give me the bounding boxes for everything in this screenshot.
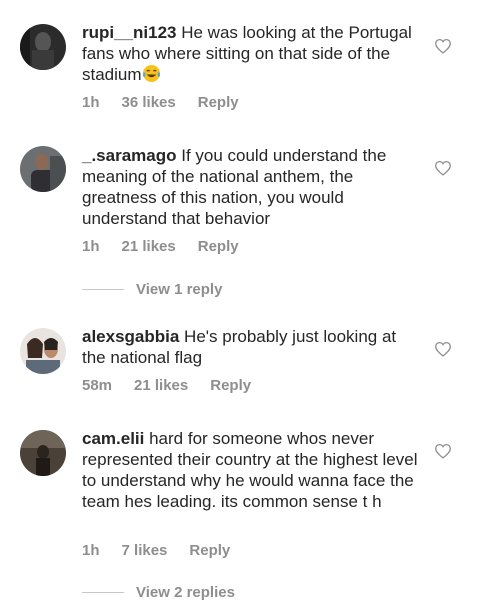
comment-time: 58m xyxy=(82,377,113,394)
comment-text: cam.elii hard for someone whos never rep… xyxy=(82,428,422,512)
divider-line xyxy=(82,288,124,290)
comment-text: alexsgabbia He's probably just looking a… xyxy=(82,326,422,368)
comment-likes[interactable]: 21 likes xyxy=(134,377,188,394)
comment-time: 1h xyxy=(82,238,100,255)
heart-outline-icon[interactable] xyxy=(434,443,452,461)
avatar[interactable] xyxy=(20,146,66,192)
comment-meta: 1h 21 likes Reply xyxy=(82,238,261,255)
comment-username[interactable]: alexsgabbia xyxy=(82,327,179,346)
view-replies-button[interactable]: View 1 reply xyxy=(82,279,222,299)
comment-time: 1h xyxy=(82,542,100,559)
comment-username[interactable]: cam.elii xyxy=(82,429,144,448)
comment-meta: 1h 36 likes Reply xyxy=(82,94,261,111)
view-replies-label[interactable]: View 1 reply xyxy=(136,281,222,298)
comment-username[interactable]: _.saramago xyxy=(82,146,177,165)
comment-meta: 1h 7 likes Reply xyxy=(82,542,252,559)
view-replies-button[interactable]: View 2 replies xyxy=(82,582,235,602)
reply-button[interactable]: Reply xyxy=(198,94,239,111)
comment-meta: 58m 21 likes Reply xyxy=(82,377,273,394)
comment-username[interactable]: rupi__ni123 xyxy=(82,23,177,42)
comment-time: 1h xyxy=(82,94,100,111)
avatar[interactable] xyxy=(20,430,66,476)
heart-outline-icon[interactable] xyxy=(434,341,452,359)
avatar[interactable] xyxy=(20,328,66,374)
comment-likes[interactable]: 7 likes xyxy=(122,542,168,559)
heart-outline-icon[interactable] xyxy=(434,160,452,178)
comment-likes[interactable]: 21 likes xyxy=(122,238,176,255)
reply-button[interactable]: Reply xyxy=(198,238,239,255)
comment-text: rupi__ni123 He was looking at the Portug… xyxy=(82,22,422,85)
comment-likes[interactable]: 36 likes xyxy=(122,94,176,111)
reply-button[interactable]: Reply xyxy=(189,542,230,559)
avatar[interactable] xyxy=(20,24,66,70)
reply-button[interactable]: Reply xyxy=(210,377,251,394)
face-with-tears-of-joy-icon xyxy=(142,64,161,83)
comment-text: _.saramago If you could understand the m… xyxy=(82,145,422,229)
heart-outline-icon[interactable] xyxy=(434,38,452,56)
view-replies-label[interactable]: View 2 replies xyxy=(136,584,235,601)
